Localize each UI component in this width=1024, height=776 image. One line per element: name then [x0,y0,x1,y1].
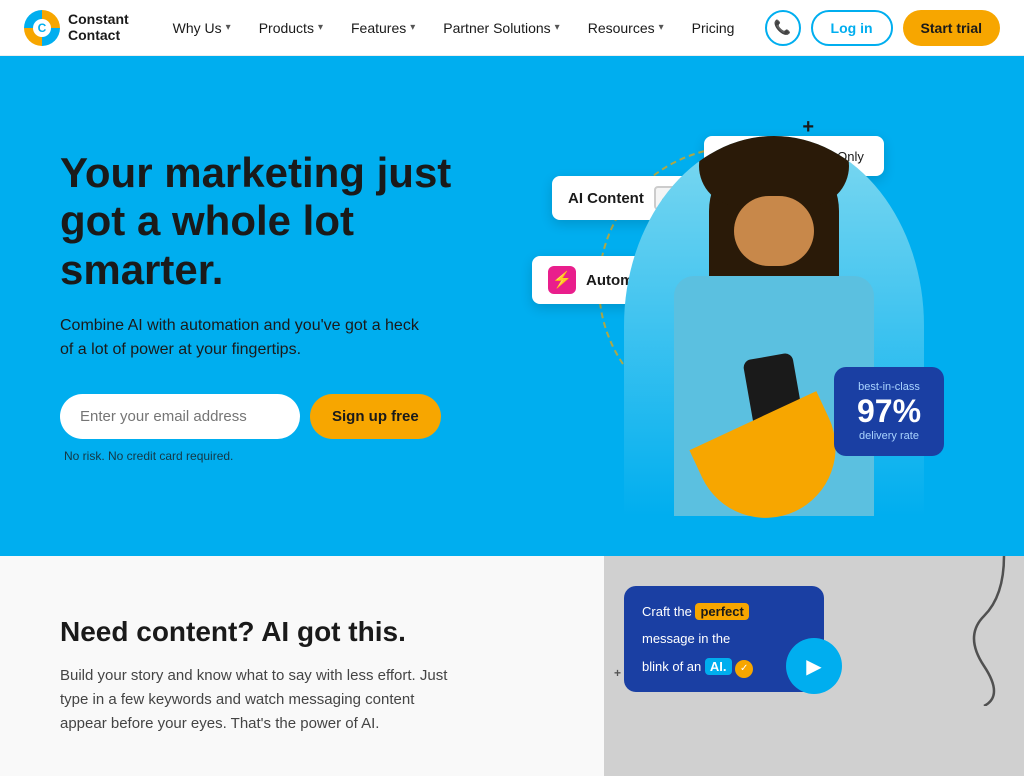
logo-line2: Contact [68,28,129,43]
nav-resources[interactable]: Resources ▾ [576,12,676,44]
start-trial-button[interactable]: Start trial [903,10,1000,46]
delivery-label-top: best-in-class [852,381,926,393]
nav-products[interactable]: Products ▾ [247,12,335,44]
logo-line1: Constant [68,12,129,27]
phone-icon: 📞 [774,19,791,36]
login-button[interactable]: Log in [811,10,893,46]
nav-pricing[interactable]: Pricing [680,12,747,44]
hero-right: AI Content ✓ ⚡ Automation Tools + ✉ Big … [512,96,964,516]
hero-section: Your marketing just got a whole lot smar… [0,56,1024,556]
lower-left: Need content? AI got this. Build your st… [0,556,604,776]
delivery-rate-badge: best-in-class 97% delivery rate [834,367,944,456]
chevron-down-icon: ▾ [659,22,664,33]
chevron-down-icon: ▾ [555,22,560,33]
delivery-rate: 97% [852,393,926,430]
hero-subtitle: Combine AI with automation and you've go… [60,314,420,362]
lightning-icon: ⚡ [548,266,576,294]
nav-links: Why Us ▾ Products ▾ Features ▾ Partner S… [161,12,765,44]
check-icon: ✓ [735,660,753,678]
email-input[interactable] [60,394,300,439]
navbar: C Constant Contact Why Us ▾ Products ▾ F… [0,0,1024,56]
hero-left: Your marketing just got a whole lot smar… [60,149,512,463]
nav-actions: 📞 Log in Start trial [765,10,1000,46]
play-button[interactable]: ▶ [786,638,842,694]
logo-icon: C [24,10,60,46]
delivery-label-bot: delivery rate [852,430,926,442]
email-form: Sign up free [60,394,512,439]
squiggle-decoration [924,556,1024,706]
nav-partner-solutions[interactable]: Partner Solutions ▾ [431,12,571,44]
nav-why-us[interactable]: Why Us ▾ [161,12,243,44]
phone-button[interactable]: 📞 [765,10,801,46]
chevron-down-icon: ▾ [410,22,415,33]
nav-features[interactable]: Features ▾ [339,12,427,44]
chevron-down-icon: ▾ [226,22,231,33]
hero-title: Your marketing just got a whole lot smar… [60,149,512,294]
lower-section: Need content? AI got this. Build your st… [0,556,1024,776]
signup-button[interactable]: Sign up free [310,394,441,439]
lower-title: Need content? AI got this. [60,616,544,648]
lower-text: Build your story and know what to say wi… [60,664,460,736]
chevron-down-icon: ▾ [318,22,323,33]
logo[interactable]: C Constant Contact [24,10,129,46]
plus-small-icon: + [614,666,621,680]
no-risk-text: No risk. No credit card required. [64,449,512,463]
lower-right: Craft the perfect message in the blink o… [604,556,1024,776]
